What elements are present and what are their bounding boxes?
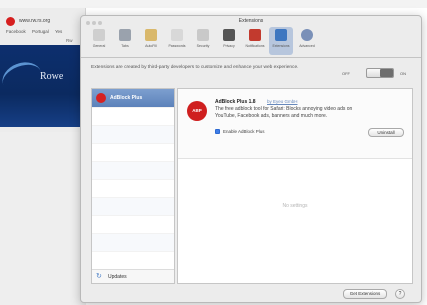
minimize-button[interactable]: [92, 21, 96, 25]
close-button[interactable]: [86, 21, 90, 25]
adblock-plus-icon: ABP: [187, 101, 207, 121]
extension-list-item-label: AdBlock Plus: [110, 95, 143, 101]
screen: www.rw.rs.org Facebook Portugal Yes Rw R…: [0, 0, 427, 305]
get-extensions-button[interactable]: Get Extensions: [343, 289, 387, 299]
hand-icon: [223, 29, 235, 41]
gear-icon: [301, 29, 313, 41]
extension-description: The free adblock tool for Safari: Blocks…: [215, 106, 353, 119]
list-empty-row: [92, 215, 174, 233]
list-empty-row: [92, 161, 174, 179]
toolbar-item-general[interactable]: General: [87, 27, 111, 55]
list-empty-row: [92, 179, 174, 197]
enable-extension-checkbox[interactable]: [215, 129, 220, 134]
extensions-description: Extensions are created by third-party de…: [91, 65, 299, 70]
list-empty-row: [92, 233, 174, 251]
bookmark-item[interactable]: Portugal: [32, 29, 49, 34]
bookmarks-bar: Facebook Portugal Yes: [6, 29, 67, 34]
list-empty-row: [92, 125, 174, 143]
toolbar-item-security[interactable]: Security: [191, 27, 215, 55]
extension-detail-header: ABP AdBlock Plus 1.8 by Eyeo GmbH The fr…: [178, 89, 412, 159]
toggle-knob[interactable]: [380, 69, 393, 77]
menu-bar: [0, 0, 427, 8]
lock-icon: [197, 29, 209, 41]
updates-label: Updates: [108, 274, 127, 280]
enable-extension-label[interactable]: Enable AdBlock Plus: [223, 129, 265, 134]
address-bar[interactable]: www.rw.rs.org: [19, 18, 50, 24]
extension-list-item-adblock-plus[interactable]: AdBlock Plus: [92, 89, 174, 107]
extension-title: AdBlock Plus 1.8: [215, 99, 256, 105]
toolbar-item-extensions[interactable]: Extensions: [269, 27, 293, 55]
extension-detail-pane: ABP AdBlock Plus 1.8 by Eyeo GmbH The fr…: [177, 88, 413, 284]
puzzle-icon: [275, 29, 287, 41]
background-browser-window: www.rw.rs.org Facebook Portugal Yes Rw R…: [0, 8, 86, 305]
updates-item[interactable]: ↻ Updates: [92, 269, 174, 283]
toolbar-item-passwords[interactable]: Passwords: [165, 27, 189, 55]
toolbar-item-advanced[interactable]: Advanced: [295, 27, 319, 55]
switch-icon: [93, 29, 105, 41]
site-logo[interactable]: Rowe: [40, 71, 63, 82]
notification-icon: [249, 29, 261, 41]
toolbar-item-privacy[interactable]: Privacy: [217, 27, 241, 55]
developer-link[interactable]: by Eyeo GmbH: [267, 99, 298, 104]
window-title: Extensions: [81, 16, 421, 26]
list-empty-row: [92, 251, 174, 269]
pencil-icon: [145, 29, 157, 41]
website-header: Rowe Home About Rwit: [0, 45, 86, 169]
website-content: [0, 132, 86, 305]
uninstall-button[interactable]: Uninstall: [368, 128, 404, 137]
toolbar-item-tabs[interactable]: Tabs: [113, 27, 137, 55]
list-empty-row: [92, 107, 174, 125]
toolbar-divider: [81, 57, 421, 58]
list-empty-row: [92, 143, 174, 161]
key-icon: [171, 29, 183, 41]
toolbar-item-autofill[interactable]: AutoFill: [139, 27, 163, 55]
toggle-off-label: OFF: [342, 71, 350, 76]
toolbar-item-notifications[interactable]: Notifications: [243, 27, 267, 55]
help-button[interactable]: ?: [395, 289, 405, 299]
adblock-icon: [96, 93, 106, 103]
toggle-on-label: ON: [400, 71, 406, 76]
tabs-icon: [119, 29, 131, 41]
zoom-button[interactable]: [98, 21, 102, 25]
window-title-text: Extensions: [238, 18, 264, 24]
browser-tab[interactable]: Rw: [66, 38, 73, 43]
bookmark-item[interactable]: Facebook: [6, 29, 26, 34]
bookmark-item[interactable]: Yes: [55, 29, 62, 34]
updates-icon: ↻: [96, 273, 102, 280]
no-settings-text: No settings: [282, 203, 308, 209]
extensions-master-toggle[interactable]: [366, 68, 394, 78]
extensions-window: Extensions General Tabs AutoFill Passwor…: [80, 15, 422, 303]
list-empty-row: [92, 197, 174, 215]
extension-list: AdBlock Plus ↻ Updates: [91, 88, 175, 284]
site-favicon-icon: [6, 17, 15, 26]
